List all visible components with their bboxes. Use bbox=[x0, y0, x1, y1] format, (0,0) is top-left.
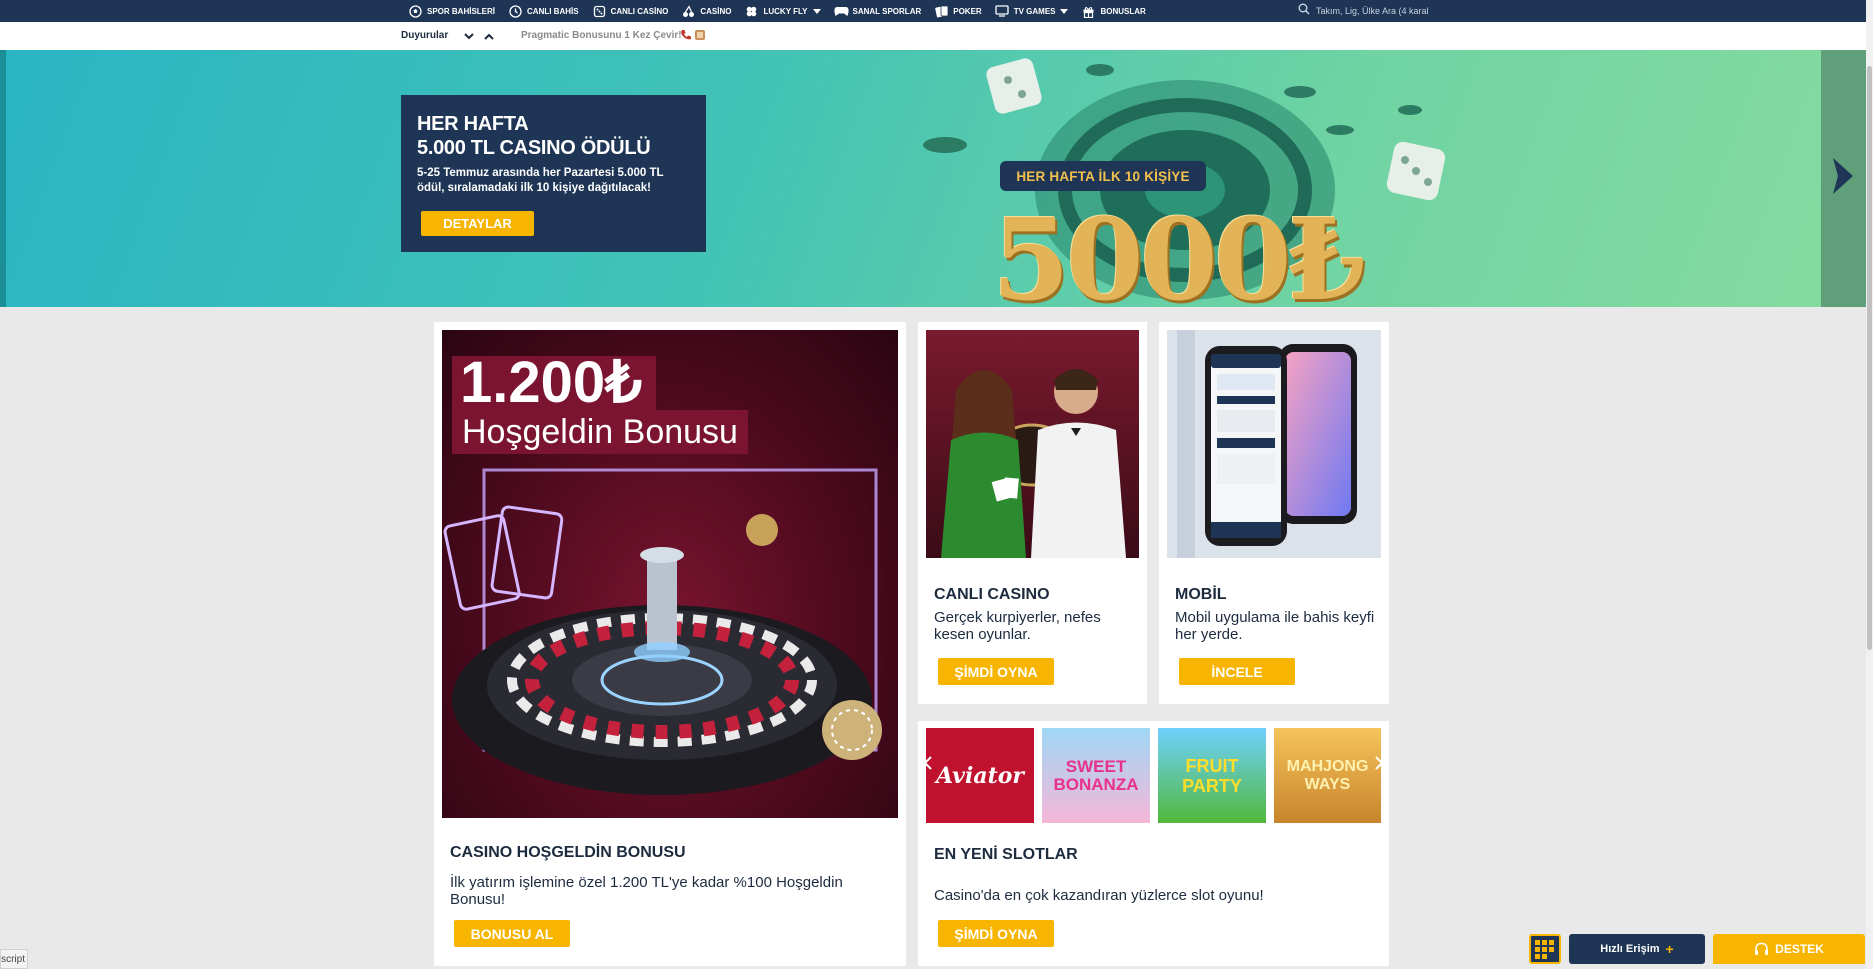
slot-game-aviator[interactable]: Aviator bbox=[926, 728, 1034, 823]
bonus-amount-text: 1.200₺ bbox=[452, 354, 657, 412]
nav-item-lucky-fly[interactable]: LUCKY FLY bbox=[744, 5, 821, 18]
hero-badge: HER HAFTA İLK 10 KİŞİYE bbox=[1000, 161, 1206, 191]
grid-menu-button[interactable] bbox=[1529, 934, 1561, 964]
bonus-label-text: Hoşgeldin Bonusu bbox=[452, 410, 748, 454]
top-navigation-bar: SPOR BAHİSLERİ CANLI BAHİS CANLI CASİNO … bbox=[0, 0, 1873, 22]
nav-item-tv-games[interactable]: TV GAMES bbox=[995, 5, 1069, 18]
gift-box-icon bbox=[694, 28, 706, 40]
nav-item-live-casino[interactable]: CANLI CASİNO bbox=[592, 5, 669, 18]
nav-item-live-betting[interactable]: CANLI BAHİS bbox=[508, 4, 579, 18]
search-box[interactable] bbox=[1298, 2, 1428, 20]
main-menu: SPOR BAHİSLERİ CANLI BAHİS CANLI CASİNO … bbox=[408, 0, 1159, 22]
slot-game-title: SWEET BONANZA bbox=[1053, 756, 1139, 794]
dice-icon bbox=[592, 5, 607, 18]
chevron-down-icon bbox=[812, 8, 821, 14]
nav-item-virtual-sports[interactable]: SANAL SPORLAR bbox=[833, 5, 922, 18]
cards-icon bbox=[934, 5, 949, 18]
nav-label: CASİNO bbox=[700, 6, 732, 16]
search-input[interactable] bbox=[1316, 6, 1428, 16]
slot-game-mahjong-ways[interactable]: MAHJONG WAYS bbox=[1274, 728, 1381, 823]
live-casino-title: CANLI CASINO bbox=[934, 586, 1050, 603]
nav-label: CANLI CASİNO bbox=[610, 6, 669, 16]
slot-game-fruit-party[interactable]: FRUIT PARTY bbox=[1158, 728, 1266, 823]
quick-access-button[interactable]: Hızlı Erişim + bbox=[1569, 934, 1705, 964]
tv-icon bbox=[995, 5, 1010, 18]
welcome-bonus-description: İlk yatırım işlemine özel 1.200 TL'ye ka… bbox=[450, 874, 843, 908]
hero-description: 5-25 Temmuz arasında her Pazartesi 5.000… bbox=[417, 167, 664, 194]
headset-icon bbox=[1754, 942, 1769, 957]
hero-edge bbox=[0, 50, 6, 307]
mobile-title: MOBİL bbox=[1175, 586, 1227, 603]
slot-game-sweet-bonanza[interactable]: SWEET BONANZA bbox=[1042, 728, 1150, 823]
gift-icon bbox=[1081, 5, 1096, 18]
nav-item-sports[interactable]: SPOR BAHİSLERİ bbox=[408, 4, 496, 18]
chevron-right-icon[interactable] bbox=[1827, 154, 1857, 198]
scrollbar-thumb[interactable] bbox=[1867, 66, 1872, 650]
welcome-bonus-image[interactable]: 1.200₺ Hoşgeldin Bonusu bbox=[442, 330, 898, 818]
support-label: DESTEK bbox=[1775, 942, 1824, 956]
claim-bonus-button[interactable]: BONUSU AL bbox=[454, 920, 570, 947]
nav-item-casino[interactable]: CASİNO bbox=[681, 4, 732, 18]
search-icon bbox=[1298, 2, 1310, 20]
nav-label: POKER bbox=[953, 6, 982, 16]
announcements-label: Duyurular bbox=[401, 30, 449, 41]
mobile-image[interactable] bbox=[1167, 330, 1381, 558]
announcement-text[interactable]: Pragmatic Bonusunu 1 Kez Çevir! bbox=[521, 30, 682, 41]
nav-label: SPOR BAHİSLERİ bbox=[427, 6, 496, 16]
nav-item-bonuses[interactable]: BONUSLAR bbox=[1081, 5, 1146, 18]
announcements-bar: Duyurular Pragmatic Bonusunu 1 Kez Çevir… bbox=[0, 22, 1866, 50]
slot-game-title: MAHJONG WAYS bbox=[1286, 757, 1369, 793]
nav-item-poker[interactable]: POKER bbox=[934, 5, 982, 18]
plus-icon: + bbox=[1665, 941, 1674, 957]
gamepad-icon bbox=[833, 5, 849, 18]
hero-title-line1: HER HAFTA bbox=[417, 113, 529, 135]
chevron-up-icon[interactable] bbox=[482, 29, 496, 43]
nav-label: CANLI BAHİS bbox=[527, 6, 579, 16]
nav-label: TV GAMES bbox=[1013, 6, 1056, 16]
chevron-down-icon bbox=[1060, 8, 1069, 14]
new-slots-title: EN YENİ SLOTLAR bbox=[934, 846, 1078, 863]
support-button[interactable]: DESTEK bbox=[1713, 934, 1865, 964]
clock-icon bbox=[508, 4, 523, 18]
mobile-inspect-button[interactable]: İNCELE bbox=[1179, 658, 1295, 685]
live-casino-description: Gerçek kurpiyerler, nefes kesen oyunlar. bbox=[934, 609, 1101, 643]
chevron-down-icon[interactable] bbox=[462, 29, 476, 43]
nav-label: SANAL SPORLAR bbox=[852, 6, 922, 16]
quick-access-label: Hızlı Erişim bbox=[1600, 943, 1660, 955]
live-casino-play-button[interactable]: ŞİMDİ OYNA bbox=[938, 658, 1054, 685]
clover-icon bbox=[744, 5, 759, 18]
nav-label: LUCKY FLY bbox=[763, 6, 808, 16]
chevron-left-icon[interactable] bbox=[922, 754, 934, 772]
phones-illustration bbox=[1167, 330, 1381, 558]
phone-icon bbox=[680, 28, 692, 40]
soccer-ball-icon bbox=[408, 4, 423, 18]
nav-label: BONUSLAR bbox=[1100, 6, 1146, 16]
dealers-illustration bbox=[941, 369, 1126, 558]
cherries-icon bbox=[681, 4, 696, 18]
grid-icon bbox=[1535, 940, 1554, 959]
slot-game-title: FRUIT PARTY bbox=[1182, 755, 1242, 796]
slots-play-button[interactable]: ŞİMDİ OYNA bbox=[938, 920, 1054, 947]
mobile-description: Mobil uygulama ile bahis keyfi her yerde… bbox=[1175, 609, 1375, 643]
live-casino-image[interactable] bbox=[926, 330, 1139, 558]
hero-banner[interactable]: HER HAFTA İLK 10 KİŞİYE 5000₺ HER HAFTA … bbox=[0, 50, 1866, 307]
browser-status-text: javascript:; bbox=[0, 949, 28, 969]
hero-title-line2: 5.000 TL CASINO ÖDÜLÜ bbox=[417, 137, 651, 159]
chevron-right-icon[interactable] bbox=[1373, 754, 1385, 772]
welcome-bonus-title: CASINO HOŞGELDİN BONUSU bbox=[450, 844, 686, 861]
slot-game-title: Aviator bbox=[936, 762, 1024, 789]
hero-amount: 5000₺ bbox=[992, 195, 1366, 308]
new-slots-description: Casino'da en çok kazandıran yüzlerce slo… bbox=[934, 887, 1264, 904]
details-button[interactable]: DETAYLAR bbox=[421, 211, 534, 236]
hero-card: HER HAFTA 5.000 TL CASINO ÖDÜLÜ 5-25 Tem… bbox=[401, 95, 706, 252]
